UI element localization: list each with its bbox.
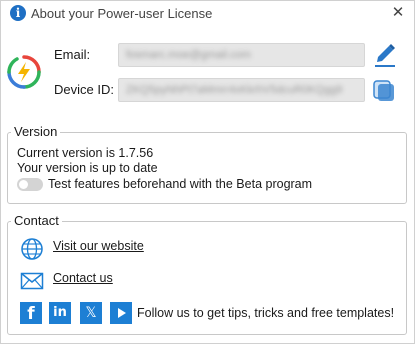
contact-us-link[interactable]: Contact us [53, 271, 113, 285]
globe-icon [21, 238, 43, 260]
facebook-icon[interactable]: f [20, 302, 42, 324]
x-icon[interactable]: 𝕏 [80, 302, 102, 324]
email-label: Email: [54, 47, 91, 62]
visit-website-link[interactable]: Visit our website [53, 239, 144, 253]
device-id-value: ZKQ5pyNhPt7aMmrr4xKkrhV5dcuR0KQgg9 [126, 84, 343, 96]
mail-icon [20, 272, 44, 290]
window-title: About your Power-user License [31, 6, 213, 21]
current-version-text: Current version is 1.7.56 [17, 146, 154, 160]
app-logo-icon [7, 55, 41, 89]
beta-toggle[interactable] [17, 178, 43, 191]
close-button[interactable]: ✕ [386, 2, 410, 24]
title-bar: i About your Power-user License ✕ [1, 1, 414, 27]
about-license-window: i About your Power-user License ✕ Email:… [0, 0, 415, 344]
device-id-label: Device ID: [54, 82, 114, 97]
linkedin-icon[interactable]: in [49, 302, 71, 324]
version-group-title: Version [11, 124, 61, 139]
beta-toggle-label: Test features beforehand with the Beta p… [48, 177, 313, 191]
edit-pencil-icon[interactable] [373, 42, 397, 68]
contact-group-title: Contact [11, 213, 62, 228]
info-icon: i [10, 5, 26, 21]
email-field[interactable]: fosmarc.moe@gmail.com [118, 43, 365, 67]
follow-us-text: Follow us to get tips, tricks and free t… [137, 306, 395, 320]
copy-icon[interactable] [371, 79, 397, 103]
email-value: fosmarc.moe@gmail.com [126, 49, 251, 61]
update-status-text: Your version is up to date [17, 161, 158, 175]
play-icon [118, 308, 126, 318]
device-id-field[interactable]: ZKQ5pyNhPt7aMmrr4xKkrhV5dcuR0KQgg9 [118, 78, 365, 102]
youtube-icon[interactable] [110, 302, 132, 324]
